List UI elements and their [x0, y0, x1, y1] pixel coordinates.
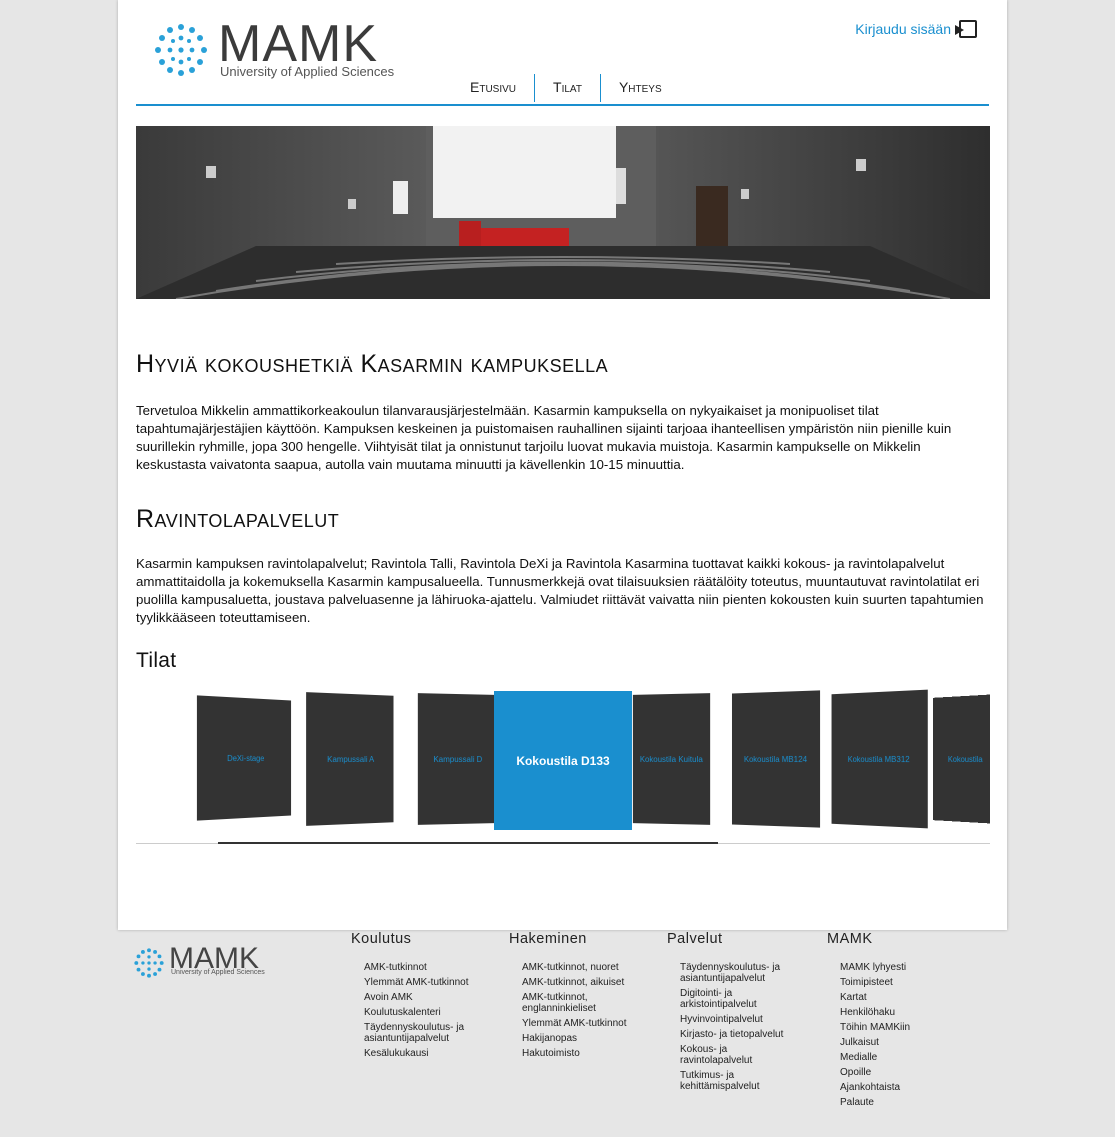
- carousel-scrollbar[interactable]: [218, 842, 718, 844]
- footer-link[interactable]: Ylemmät AMK-tutkinnot: [364, 977, 504, 988]
- spaces-carousel[interactable]: DeXi-stage Kampussali A Kampussali D Kok…: [136, 688, 990, 833]
- logo-dots-icon: [155, 24, 207, 76]
- carousel-card[interactable]: Kokoustila MB312: [831, 689, 928, 829]
- footer-link[interactable]: Ajankohtaista: [840, 1082, 960, 1093]
- carousel-card[interactable]: Kokoustila Kuitula: [632, 693, 711, 825]
- footer-link[interactable]: Palaute: [840, 1097, 960, 1108]
- footer-link[interactable]: Henkilöhaku: [840, 1007, 960, 1018]
- login-label: Kirjaudu sisään: [855, 21, 951, 37]
- footer-link[interactable]: AMK-tutkinnot: [364, 962, 504, 973]
- carousel-card[interactable]: DeXi-stage: [196, 695, 292, 821]
- footer-link[interactable]: Medialle: [840, 1052, 960, 1063]
- footer-link[interactable]: Täydennyskoulutus- ja asiantuntijapalvel…: [680, 962, 800, 984]
- footer-link[interactable]: AMK-tutkinnot, aikuiset: [522, 977, 652, 988]
- footer-logo[interactable]: MAMK University of Applied Sciences: [133, 942, 293, 987]
- footer-link[interactable]: Toimipisteet: [840, 977, 960, 988]
- footer-link[interactable]: Töihin MAMKiin: [840, 1022, 960, 1033]
- footer-link[interactable]: Tutkimus- ja kehittämispalvelut: [680, 1070, 760, 1092]
- nav-etusivu[interactable]: Etusivu: [454, 74, 536, 102]
- footer-link[interactable]: AMK-tutkinnot, englanninkieliset: [522, 992, 612, 1014]
- footer-link[interactable]: Kesälukukausi: [364, 1048, 504, 1059]
- footer-link[interactable]: Ylemmät AMK-tutkinnot: [522, 1018, 652, 1029]
- hero-image: [136, 126, 990, 299]
- footer-link[interactable]: Hyvinvointipalvelut: [680, 1014, 800, 1025]
- mamk-logo[interactable]: MAMK University of Applied Sciences: [152, 15, 422, 86]
- carousel-card[interactable]: Kampussali A: [306, 692, 394, 826]
- carousel-card[interactable]: Kampussali D: [417, 693, 498, 825]
- intro-text: Tervetuloa Mikkelin ammattikorkeakoulun …: [136, 403, 952, 472]
- restaurant-heading: Ravintolapalvelut: [136, 505, 340, 533]
- footer-link[interactable]: Hakijanopas: [522, 1033, 652, 1044]
- page-container: MAMK University of Applied Sciences Kirj…: [118, 0, 1007, 930]
- footer-logo-dots-icon: [134, 948, 164, 978]
- footer-column-title: MAMK: [827, 931, 873, 947]
- footer-link[interactable]: Julkaisut: [840, 1037, 960, 1048]
- footer-logo-subtitle: University of Applied Sciences: [171, 969, 265, 976]
- header-divider: [136, 104, 989, 106]
- footer-link[interactable]: MAMK lyhyesti: [840, 962, 960, 973]
- footer-link[interactable]: Kartat: [840, 992, 960, 1003]
- footer-column-title: Palvelut: [667, 931, 723, 947]
- carousel-card-active[interactable]: Kokoustila D133: [494, 691, 632, 830]
- footer-link[interactable]: AMK-tutkinnot, nuoret: [522, 962, 652, 973]
- nav-yhteys[interactable]: Yhteys: [601, 74, 680, 102]
- footer-link[interactable]: Hakutoimisto: [522, 1048, 652, 1059]
- footer-link[interactable]: Kokous- ja ravintolapalvelut: [680, 1044, 760, 1066]
- logo-subtitle: University of Applied Sciences: [220, 64, 395, 79]
- footer-link[interactable]: Opoille: [840, 1067, 960, 1078]
- auditorium-photo: [136, 126, 990, 299]
- main-nav: Etusivu Tilat Yhteys: [454, 74, 680, 102]
- footer-column-title: Koulutus: [351, 931, 412, 947]
- page-title: Hyviä kokoushetkiä Kasarmin kampuksella: [136, 350, 609, 378]
- footer-link[interactable]: Täydennyskoulutus- ja asiantuntijapalvel…: [364, 1022, 504, 1044]
- footer-link[interactable]: Avoin AMK: [364, 992, 504, 1003]
- carousel-card[interactable]: Kokoustila: [933, 694, 990, 824]
- login-link[interactable]: Kirjaudu sisään: [855, 20, 977, 38]
- footer: MAMK University of Applied Sciences Koul…: [0, 930, 1115, 1137]
- footer-link[interactable]: Koulutuskalenteri: [364, 1007, 504, 1018]
- carousel-card[interactable]: Kokoustila MB124: [731, 690, 821, 828]
- footer-link[interactable]: Kirjasto- ja tietopalvelut: [680, 1029, 800, 1040]
- nav-tilat[interactable]: Tilat: [535, 74, 601, 102]
- spaces-heading: Tilat: [136, 649, 177, 672]
- restaurant-text: Kasarmin kampuksen ravintolapalvelut; Ra…: [136, 556, 984, 625]
- sign-in-icon: [955, 20, 977, 38]
- footer-link[interactable]: Digitointi- ja arkistointipalvelut: [680, 988, 760, 1010]
- footer-column-title: Hakeminen: [509, 931, 587, 947]
